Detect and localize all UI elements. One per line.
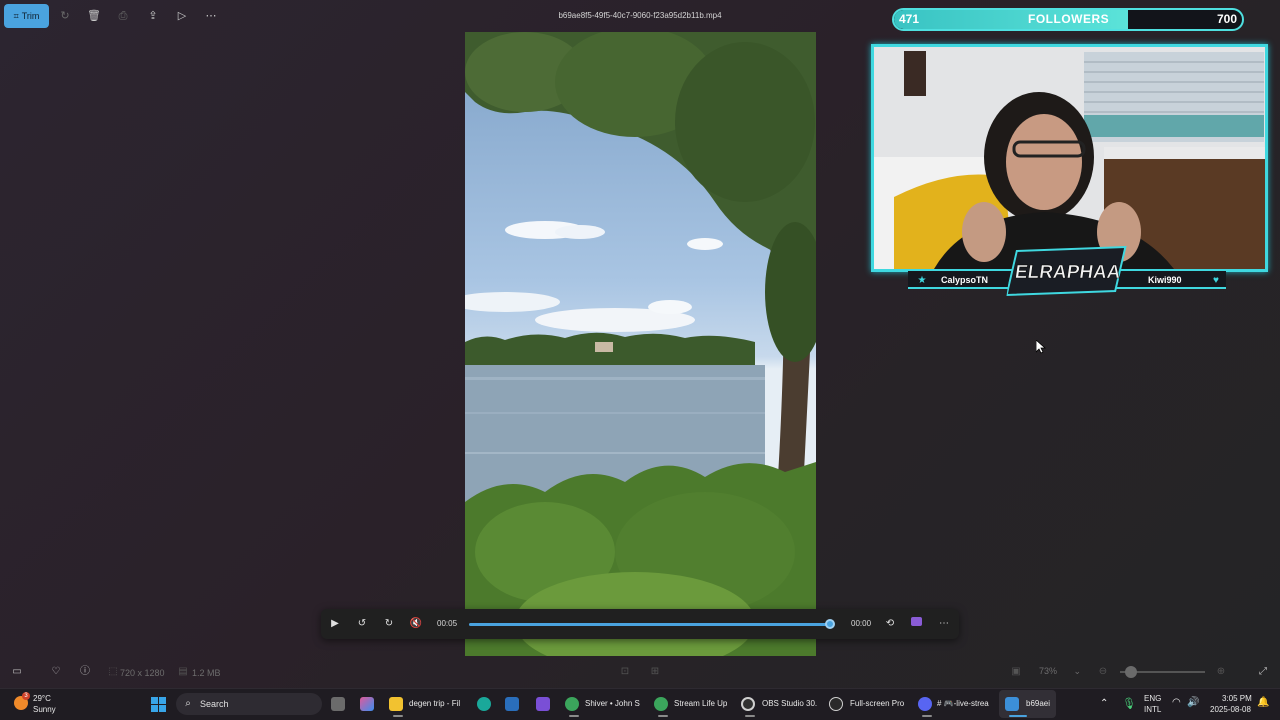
trim-button[interactable]: ⌗ Trim — [4, 4, 49, 28]
repeat-off-icon[interactable]: ⟲ — [882, 616, 898, 632]
taskbar-app-photos[interactable]: b69aei — [1026, 699, 1054, 708]
language-bottom[interactable]: INTL — [1144, 705, 1161, 714]
zoom-in-icon[interactable]: ⊕ — [1214, 665, 1228, 679]
right-name: Kiwi990 — [1148, 275, 1182, 285]
clock-date[interactable]: 2025-08-08 — [1210, 705, 1251, 714]
search-icon: ⌕ — [185, 698, 191, 709]
play-icon[interactable]: ▶ — [327, 616, 343, 632]
taskbar-search[interactable] — [176, 693, 322, 715]
loop-app-icon[interactable] — [477, 697, 491, 711]
resolution-icon: ⬚ — [108, 666, 118, 677]
favorite-icon[interactable]: ♡ — [49, 665, 63, 679]
zoom-slider-thumb[interactable] — [1125, 666, 1137, 678]
photos-icon[interactable] — [1005, 697, 1019, 711]
player-more-icon[interactable]: ⋯ — [936, 616, 952, 632]
task-view-icon[interactable] — [331, 697, 345, 711]
heart-icon: ♥ — [1213, 275, 1219, 286]
info-icon[interactable]: ⓘ — [78, 665, 92, 679]
copilot-icon[interactable] — [360, 697, 374, 711]
app-running-indicator — [745, 715, 755, 717]
channel-logo: ELRAPHAA — [1006, 245, 1127, 297]
end-time: 00:00 — [851, 619, 872, 628]
file-name: b69ae8f5-49f5-40c7-9060-f23a95d2b11b.mp4 — [558, 11, 722, 20]
more-options-icon[interactable]: ⋯ — [203, 8, 219, 24]
followers-label: FOLLOWERS — [1028, 12, 1110, 26]
notification-icon[interactable]: 🔔 — [1257, 697, 1269, 708]
star-icon: ★ — [917, 275, 927, 286]
file-explorer-icon[interactable] — [389, 697, 403, 711]
video-frame[interactable] — [465, 32, 816, 656]
file-size-icon: ▤ — [178, 666, 188, 677]
wifi-icon[interactable]: ◠ — [1172, 697, 1181, 708]
zoom-out-icon[interactable]: ⊖ — [1096, 665, 1110, 679]
language-top[interactable]: ENG — [1144, 694, 1161, 703]
taskbar-app-fullscreen[interactable]: Full-screen Pro — [850, 699, 906, 708]
app-running-indicator — [569, 715, 579, 717]
volume-icon[interactable]: 🔊 — [1187, 697, 1199, 708]
left-name: CalypsoTN — [941, 275, 989, 285]
trim-icon: ⌗ — [13, 10, 19, 21]
print-icon[interactable]: ⎙ — [115, 8, 131, 24]
search-label: Search — [200, 699, 229, 709]
zoom-value: 73% — [1039, 666, 1058, 676]
lake-scene-image — [465, 32, 816, 656]
chevron-down-icon: ⌄ — [1073, 666, 1082, 676]
projector-icon[interactable] — [829, 697, 843, 711]
discord-icon[interactable] — [918, 697, 932, 711]
taskbar-app-obs[interactable]: OBS Studio 30. — [762, 699, 818, 708]
webcam-feed — [871, 44, 1268, 272]
app-running-indicator — [658, 715, 668, 717]
windows-start-icon[interactable] — [151, 697, 166, 712]
seek-bar[interactable] — [469, 623, 831, 626]
chrome-icon[interactable] — [565, 697, 579, 711]
chrome-icon-2[interactable] — [654, 697, 668, 711]
forward-30-icon[interactable]: ↻ — [381, 616, 397, 632]
clipchamp-icon[interactable] — [908, 616, 924, 632]
seek-handle[interactable] — [825, 619, 836, 629]
chevron-up-icon[interactable]: ⌃ — [1100, 698, 1108, 709]
microphone-icon[interactable]: 🎙 — [1122, 697, 1136, 710]
mute-icon[interactable]: 🔇 — [408, 616, 424, 632]
app-running-indicator — [922, 715, 932, 717]
mouse-cursor-icon — [1036, 340, 1046, 354]
steam-icon[interactable] — [505, 697, 519, 711]
clock-time[interactable]: 3:05 PM — [1222, 694, 1252, 703]
weather-badge: 3 — [22, 692, 30, 700]
twitch-app-icon[interactable] — [536, 697, 550, 711]
follower-count: 471 — [899, 12, 920, 26]
svg-text:ELRAPHAA: ELRAPHAA — [1014, 262, 1123, 283]
taskbar-app-shiver[interactable]: Shiver • John S — [585, 699, 643, 708]
zoom-dropdown[interactable]: 73% ⌄ — [1031, 662, 1089, 682]
slideshow-icon[interactable]: ▷ — [174, 8, 190, 24]
taskbar-app-explorer[interactable]: degen trip - Fil — [409, 699, 467, 708]
fullscreen-icon[interactable]: ⤢ — [1256, 665, 1270, 679]
trim-label: Trim — [21, 11, 40, 21]
rewind-10-icon[interactable]: ↺ — [354, 616, 370, 632]
delete-icon[interactable]: 🗑 — [86, 8, 102, 24]
current-time: 00:05 — [437, 619, 458, 628]
file-size-text: 1.2 MB — [192, 668, 221, 678]
taskbar-app-discord[interactable]: # 🎮-live-strea — [937, 699, 993, 708]
share-icon[interactable]: ⇪ — [145, 8, 161, 24]
filmstrip-icon[interactable]: ▭ — [10, 665, 24, 679]
rotate-icon[interactable]: ↻ — [57, 8, 73, 24]
actual-size-icon[interactable]: ⊞ — [648, 665, 662, 679]
weather-condition[interactable]: Sunny — [33, 705, 56, 714]
weather-temp[interactable]: 29°C — [33, 694, 51, 703]
media-player-controls: ▶ ↺ ↻ 🔇 00:05 00:00 ⟲ ⋯ — [321, 609, 959, 639]
app-running-indicator — [393, 715, 403, 717]
webcam-image — [874, 47, 1265, 269]
obs-icon[interactable] — [741, 697, 755, 711]
fit-icon[interactable]: ⊡ — [618, 665, 632, 679]
app-active-indicator — [1009, 715, 1027, 717]
follower-goal: 700 — [1217, 12, 1238, 26]
resolution-text: 720 x 1280 — [120, 668, 165, 678]
taskbar-app-stream-life[interactable]: Stream Life Up — [674, 699, 732, 708]
zoom-mode-icon[interactable]: ▣ — [1009, 665, 1023, 679]
